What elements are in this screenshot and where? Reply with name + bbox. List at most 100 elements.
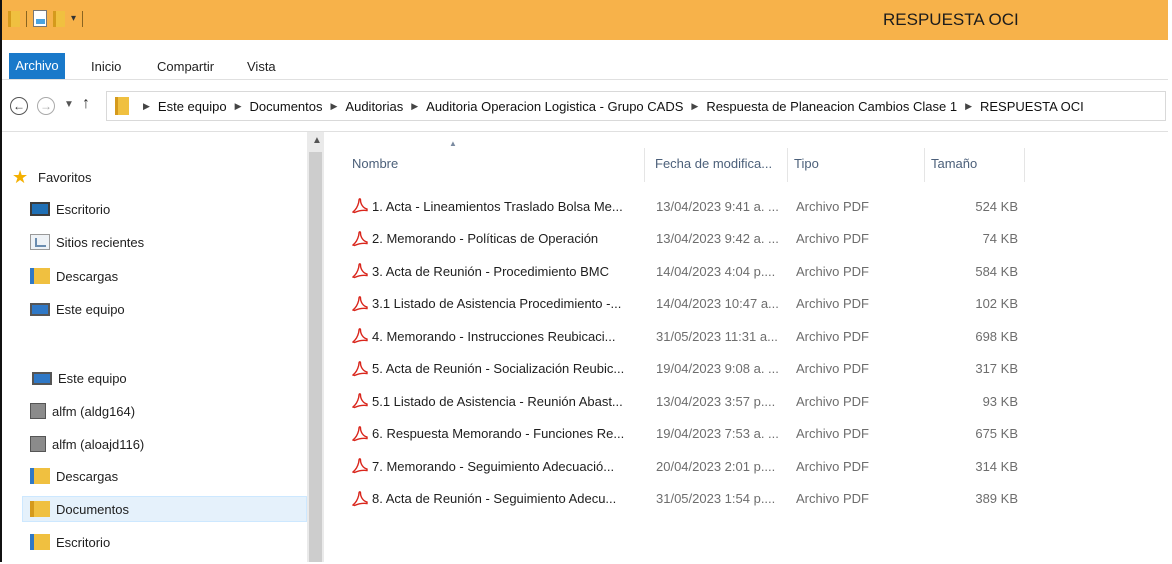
- downloads-icon: [30, 468, 50, 484]
- tab-compartir[interactable]: Compartir: [157, 59, 214, 74]
- tab-archivo[interactable]: Archivo: [9, 53, 65, 79]
- recent-locations-icon[interactable]: ▼: [64, 99, 74, 110]
- nav-item-descargas[interactable]: Descargas: [30, 263, 118, 289]
- nav-este-equipo[interactable]: Este equipo: [32, 365, 127, 391]
- nav-label: Documentos: [56, 501, 129, 517]
- pdf-icon: [352, 198, 368, 214]
- pdf-icon: [352, 360, 368, 377]
- breadcrumb-auditoria-operacion[interactable]: Auditoria Operacion Logistica - Grupo CA…: [426, 99, 683, 114]
- quick-access-toolbar: ▾: [8, 10, 84, 27]
- nav-item-sitios-recientes[interactable]: Sitios recientes: [30, 229, 144, 255]
- breadcrumb-respuesta-planeacion[interactable]: Respuesta de Planeacion Cambios Clase 1: [706, 99, 957, 114]
- nav-label: alfm (aldg164): [52, 403, 136, 419]
- title-bar: ▾ RESPUESTA OCI: [2, 0, 1168, 40]
- chevron-right-icon[interactable]: ▶: [965, 101, 972, 112]
- breadcrumb-auditorias[interactable]: Auditorias: [345, 99, 403, 114]
- properties-icon[interactable]: [33, 10, 47, 27]
- file-date: 14/04/2023 4:04 p....: [656, 263, 776, 279]
- file-size: 675 KB: [975, 426, 1018, 441]
- column-header-tamano[interactable]: Tamaño: [931, 156, 977, 171]
- file-type: Archivo PDF: [796, 361, 869, 376]
- back-button[interactable]: ←: [10, 97, 28, 115]
- chevron-right-icon[interactable]: ▶: [411, 101, 418, 112]
- new-folder-icon[interactable]: [53, 10, 65, 27]
- column-header-tipo[interactable]: Tipo: [794, 156, 819, 171]
- nav-item-drive-aldg164[interactable]: alfm (aldg164): [30, 398, 135, 424]
- pdf-icon: [352, 263, 368, 279]
- network-drive-icon: [30, 403, 46, 419]
- tab-inicio[interactable]: Inicio: [91, 59, 121, 74]
- computer-icon: [32, 371, 52, 385]
- column-header-fecha[interactable]: Fecha de modifica...: [655, 156, 772, 171]
- network-drive-icon: [30, 436, 46, 452]
- scroll-up-icon[interactable]: ▲: [312, 135, 322, 146]
- nav-label: Escritorio: [56, 534, 111, 550]
- file-date: 31/05/2023 11:31 a...: [656, 328, 778, 344]
- nav-item-escritorio[interactable]: Escritorio: [30, 196, 110, 222]
- chevron-right-icon[interactable]: ▶: [331, 101, 338, 112]
- file-size: 317 KB: [975, 361, 1018, 376]
- address-bar[interactable]: ▶ Este equipo ▶ Documentos ▶ Auditorias …: [106, 91, 1166, 121]
- file-row[interactable]: 5.1 Listado de Asistencia - Reunión Abas…: [352, 389, 1018, 413]
- file-row[interactable]: 7. Memorando - Seguimiento Adecuació... 2…: [352, 454, 1018, 478]
- file-name: 3.1 Listado de Asistencia Procedimiento …: [372, 296, 622, 311]
- toolbar-divider: [26, 10, 27, 27]
- file-row[interactable]: 8. Acta de Reunión - Seguimiento Adecu..…: [352, 487, 1018, 511]
- file-row[interactable]: 3.1 Listado de Asistencia Procedimiento …: [352, 292, 1018, 316]
- file-type: Archivo PDF: [796, 426, 869, 441]
- documents-icon: [30, 501, 50, 517]
- folder-icon: [115, 97, 129, 115]
- file-type: Archivo PDF: [796, 263, 869, 279]
- ribbon: Archivo Inicio Compartir Vista: [2, 40, 1168, 79]
- file-size: 389 KB: [975, 491, 1018, 506]
- nav-item-documentos[interactable]: Documentos: [22, 496, 307, 522]
- nav-label: Este equipo: [58, 370, 127, 386]
- file-row[interactable]: 1. Acta - Lineamientos Traslado Bolsa Me…: [352, 194, 1018, 218]
- file-name: 5. Acta de Reunión - Socialización Reubi…: [372, 361, 625, 376]
- chevron-right-icon[interactable]: ▶: [691, 101, 698, 112]
- chevron-right-icon[interactable]: ▶: [143, 101, 150, 112]
- nav-item-escritorio-2[interactable]: Escritorio: [30, 529, 110, 555]
- folder-icon: [8, 10, 20, 27]
- pdf-icon: [352, 328, 368, 344]
- column-divider[interactable]: [924, 148, 925, 182]
- pdf-icon: [352, 458, 368, 474]
- file-size: 584 KB: [975, 263, 1018, 279]
- up-button[interactable]: ↑: [82, 95, 90, 113]
- nav-item-descargas-2[interactable]: Descargas: [30, 463, 118, 489]
- nav-scrollbar-thumb[interactable]: [309, 152, 322, 562]
- nav-label: Descargas: [56, 268, 119, 284]
- file-size: 74 KB: [982, 231, 1018, 246]
- breadcrumb-documentos[interactable]: Documentos: [250, 99, 323, 114]
- file-row[interactable]: 6. Respuesta Memorando - Funciones Re...…: [352, 422, 1018, 446]
- nav-item-drive-aloajd116[interactable]: alfm (aloajd116): [30, 431, 144, 457]
- file-date: 19/04/2023 9:08 a. ...: [656, 361, 779, 376]
- chevron-right-icon[interactable]: ▶: [235, 101, 242, 112]
- column-header-nombre[interactable]: Nombre: [352, 156, 398, 171]
- file-name: 4. Memorando - Instrucciones Reubicaci..…: [372, 328, 616, 344]
- column-divider[interactable]: [1024, 148, 1025, 182]
- pdf-icon: [352, 490, 368, 507]
- file-row[interactable]: 2. Memorando - Políticas de Operación 13/…: [352, 227, 1018, 251]
- column-divider[interactable]: [644, 148, 645, 182]
- nav-favoritos[interactable]: ★ Favoritos: [12, 164, 91, 190]
- file-type: Archivo PDF: [796, 458, 869, 474]
- navigation-bar: ← → ▼ ↑ ▶ Este equipo ▶ Documentos ▶ Aud…: [2, 79, 1168, 132]
- breadcrumb-respuesta-oci[interactable]: RESPUESTA OCI: [980, 99, 1084, 114]
- nav-item-este-equipo[interactable]: Este equipo: [30, 296, 125, 322]
- file-size: 93 KB: [982, 393, 1018, 409]
- file-row[interactable]: 3. Acta de Reunión - Procedimiento BMC 14…: [352, 259, 1018, 283]
- file-row[interactable]: 4. Memorando - Instrucciones Reubicaci..…: [352, 324, 1018, 348]
- breadcrumb-este-equipo[interactable]: Este equipo: [158, 99, 227, 114]
- forward-button[interactable]: →: [37, 97, 55, 115]
- file-type: Archivo PDF: [796, 198, 869, 214]
- file-size: 102 KB: [975, 296, 1018, 311]
- tab-vista[interactable]: Vista: [247, 59, 276, 74]
- customize-toolbar-icon[interactable]: ▾: [71, 13, 76, 24]
- nav-label: alfm (aloajd116): [52, 436, 145, 452]
- column-divider[interactable]: [787, 148, 788, 182]
- file-row[interactable]: 5. Acta de Reunión - Socialización Reubi…: [352, 357, 1018, 381]
- file-name: 1. Acta - Lineamientos Traslado Bolsa Me…: [372, 198, 623, 214]
- file-size: 314 KB: [975, 458, 1018, 474]
- computer-icon: [30, 302, 50, 316]
